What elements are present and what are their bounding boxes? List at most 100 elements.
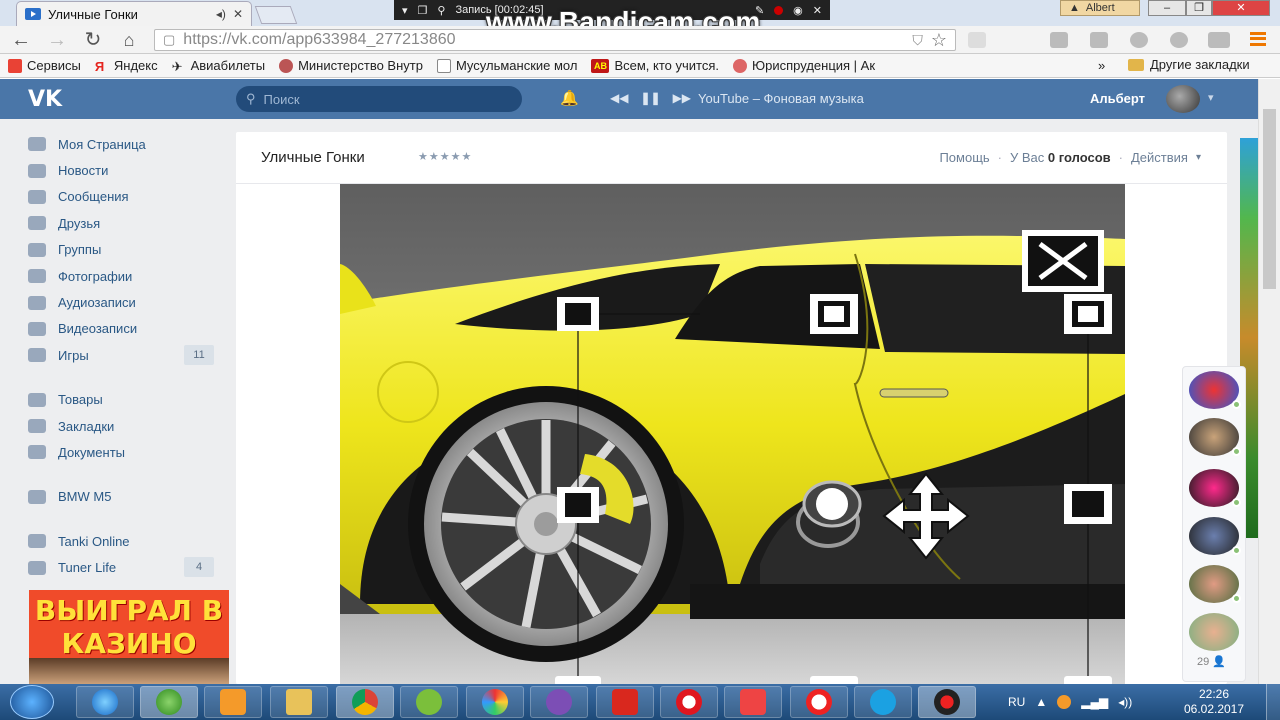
- taskbar-yandex-button[interactable]: [724, 686, 782, 718]
- window-close-button[interactable]: ✕: [1212, 0, 1270, 16]
- sidebar-item[interactable]: Друзья: [28, 210, 218, 236]
- taskbar-media-button[interactable]: [204, 686, 262, 718]
- pause-icon[interactable]: ❚❚: [640, 91, 660, 105]
- taskbar-opera-button[interactable]: [660, 686, 718, 718]
- user-name[interactable]: Альберт: [1090, 91, 1145, 106]
- page-info-icon[interactable]: ▢: [163, 32, 175, 48]
- sidebar-item[interactable]: Видеозаписи: [28, 316, 218, 342]
- bookmark-item[interactable]: Я Яндекс: [95, 58, 158, 74]
- taskbar-yandex-browser-button[interactable]: [790, 686, 848, 718]
- forward-arrow-icon[interactable]: →: [46, 30, 68, 50]
- extension-plus-icon[interactable]: [1050, 32, 1068, 48]
- sidebar-item[interactable]: Tuner Life 4: [28, 554, 218, 580]
- recorder-camera-icon[interactable]: ◉: [793, 4, 803, 17]
- sidebar-item[interactable]: Сообщения: [28, 184, 218, 210]
- recorder-search-icon[interactable]: ⚲: [437, 4, 445, 17]
- sidebar-item[interactable]: Группы: [28, 237, 218, 263]
- sidebar-item[interactable]: Документы: [28, 439, 218, 465]
- taskbar-bandicam-button[interactable]: [918, 686, 976, 718]
- sidebar-item[interactable]: Аудиозаписи: [28, 289, 218, 315]
- sidebar-item[interactable]: Tanki Online: [28, 528, 218, 554]
- recorder-close-icon[interactable]: ✕: [813, 4, 822, 17]
- taskbar-explorer-button[interactable]: [270, 686, 328, 718]
- maximize-button[interactable]: ❐: [1186, 0, 1212, 16]
- bookmark-item[interactable]: Мусульманские мол: [436, 58, 577, 73]
- votes-text[interactable]: У Вас 0 голосов: [1010, 150, 1111, 165]
- home-icon[interactable]: ⌂: [118, 30, 140, 50]
- friend-avatar[interactable]: [1189, 517, 1241, 555]
- url-field[interactable]: ▢ https://vk.com/app633984_277213860 ⛉ ☆: [154, 29, 956, 51]
- other-bookmarks-button[interactable]: Другие закладки: [1128, 57, 1250, 72]
- game-canvas[interactable]: [340, 184, 1125, 684]
- friend-avatar[interactable]: [1189, 613, 1239, 651]
- next-track-icon[interactable]: ▶▶: [673, 91, 691, 105]
- extension-target-icon[interactable]: [1170, 32, 1188, 48]
- bookmark-item[interactable]: Министерство Внутр: [279, 58, 423, 73]
- tray-expand-icon[interactable]: ▲: [1035, 695, 1047, 709]
- close-icon[interactable]: [1022, 230, 1104, 292]
- taskbar-chrome-button[interactable]: [336, 686, 394, 718]
- prev-track-icon[interactable]: ◀◀: [610, 91, 628, 105]
- bookmark-item[interactable]: Юриспруденция | Ак: [733, 58, 875, 73]
- vk-logo[interactable]: VK: [28, 87, 62, 112]
- back-arrow-icon[interactable]: ←: [10, 30, 32, 50]
- sidebar-item[interactable]: BMW M5: [28, 484, 218, 510]
- recorder-window-icon[interactable]: ❐: [418, 4, 428, 17]
- chevron-down-icon[interactable]: ▾: [1196, 152, 1201, 163]
- browser-tab[interactable]: Уличные Гонки ◂) ✕: [16, 1, 252, 26]
- taskbar-paint-button[interactable]: [466, 686, 524, 718]
- browser-menu-icon[interactable]: [1250, 32, 1266, 46]
- bookmark-star-icon[interactable]: ☆: [931, 30, 947, 51]
- recorder-menu-icon[interactable]: ▾: [402, 4, 408, 17]
- clock[interactable]: 22:26 06.02.2017: [1178, 687, 1250, 717]
- sidebar-item[interactable]: Фотографии: [28, 263, 218, 289]
- ad-banner[interactable]: ВЫИГРАЛ В КАЗИНО: [29, 590, 229, 684]
- taskbar-viber-button[interactable]: [530, 686, 588, 718]
- extension-circle-icon[interactable]: [1130, 32, 1148, 48]
- profile-badge[interactable]: ▲ Albert: [1060, 0, 1140, 16]
- taskbar-acrobat-button[interactable]: [596, 686, 654, 718]
- tab-close-icon[interactable]: ✕: [233, 7, 243, 21]
- taskbar-ie-button[interactable]: [76, 686, 134, 718]
- reload-icon[interactable]: ↻: [82, 30, 104, 50]
- minimize-button[interactable]: –: [1148, 0, 1186, 16]
- new-tab-button[interactable]: [254, 6, 298, 24]
- taskbar-mail-button[interactable]: [140, 686, 198, 718]
- scrollbar-thumb[interactable]: [1263, 109, 1276, 289]
- sidebar-item[interactable]: Моя Страница: [28, 131, 218, 157]
- extension-screenshot-icon[interactable]: [1090, 32, 1108, 48]
- volume-icon[interactable]: ◂)): [1118, 695, 1132, 709]
- shield-icon[interactable]: ⛉: [912, 32, 923, 49]
- start-button[interactable]: [10, 685, 54, 719]
- bookmark-item[interactable]: AB Всем, кто учится.: [591, 58, 719, 73]
- bell-icon[interactable]: 🔔: [560, 89, 579, 107]
- friend-avatar[interactable]: [1189, 371, 1241, 409]
- sidebar-item[interactable]: Товары: [28, 387, 218, 413]
- friend-avatar[interactable]: [1189, 469, 1241, 507]
- audio-playing-icon[interactable]: ◂): [216, 7, 226, 21]
- help-link[interactable]: Помощь: [939, 150, 989, 165]
- taskbar-skype-button[interactable]: [854, 686, 912, 718]
- show-desktop-button[interactable]: [1266, 684, 1280, 720]
- sidebar-item[interactable]: Закладки: [28, 413, 218, 439]
- search-input[interactable]: ⚲ Поиск: [236, 86, 522, 112]
- friends-count[interactable]: 29 👤: [1197, 655, 1226, 668]
- sidebar-item[interactable]: Игры 11: [28, 342, 218, 368]
- bookmark-item[interactable]: Сервисы: [8, 58, 81, 73]
- sidebar-item[interactable]: Новости: [28, 157, 218, 183]
- chevron-down-icon[interactable]: ▾: [1208, 91, 1214, 104]
- extension-cast-icon[interactable]: [1208, 32, 1230, 48]
- actions-menu[interactable]: Действия: [1131, 150, 1188, 165]
- bookmarks-overflow-button[interactable]: »: [1098, 58, 1105, 73]
- tray-app-icon[interactable]: [1057, 695, 1072, 709]
- network-signal-icon[interactable]: ▂▄▆: [1081, 695, 1108, 709]
- extension-cloud-icon[interactable]: [968, 32, 986, 48]
- now-playing[interactable]: YouTube – Фоновая музыка: [698, 91, 864, 106]
- page-scrollbar[interactable]: [1258, 79, 1280, 684]
- friend-avatar[interactable]: [1189, 565, 1241, 603]
- bookmark-item[interactable]: ✈ Авиабилеты: [172, 58, 265, 74]
- taskbar-torrent-button[interactable]: [400, 686, 458, 718]
- avatar[interactable]: [1166, 85, 1200, 113]
- language-indicator[interactable]: RU: [1008, 695, 1025, 709]
- recorder-stop-icon[interactable]: [774, 5, 784, 15]
